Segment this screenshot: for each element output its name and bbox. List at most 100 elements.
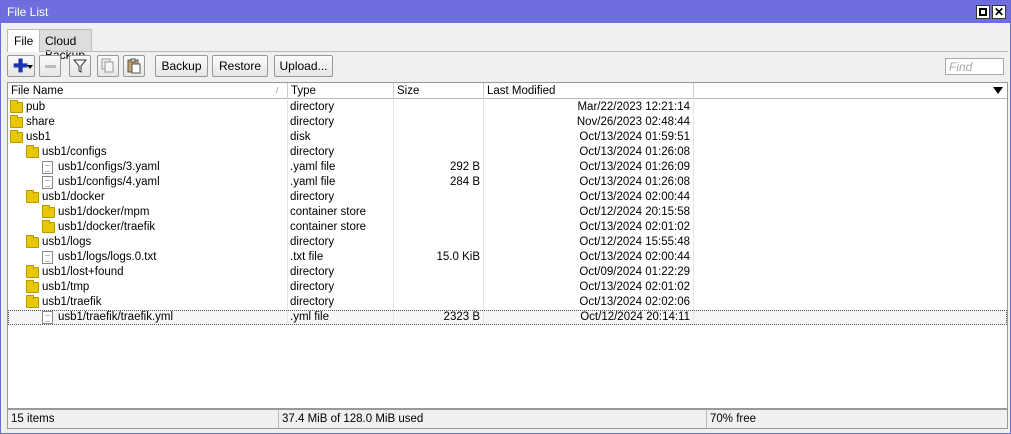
cell-last-modified: Oct/09/2024 01:22:29 bbox=[484, 265, 694, 280]
copy-icon bbox=[101, 58, 114, 73]
table-row[interactable]: usb1/traefik directory Oct/13/2024 02:02:0… bbox=[8, 295, 1007, 310]
column-header-last-modified[interactable]: Last Modified bbox=[484, 83, 694, 99]
column-header-type[interactable]: Type bbox=[288, 83, 394, 99]
table-row[interactable]: usb1/tmp directory Oct/13/2024 02:01:02 bbox=[8, 280, 1007, 295]
cell-last-modified: Oct/12/2024 20:14:11 bbox=[484, 310, 694, 325]
cell-type: container store bbox=[288, 220, 394, 235]
backup-button[interactable]: Backup bbox=[155, 55, 208, 77]
column-header-size[interactable]: Size bbox=[394, 83, 484, 99]
cell-last-modified: Oct/13/2024 02:01:02 bbox=[484, 280, 694, 295]
cell-type: .txt file bbox=[288, 250, 394, 265]
table-row[interactable]: pub directory Mar/22/2023 12:21:14 bbox=[8, 100, 1007, 115]
cell-type: directory bbox=[288, 295, 394, 310]
cell-file-name: usb1/docker bbox=[8, 190, 288, 205]
folder-icon bbox=[26, 190, 39, 203]
cell-last-modified: Oct/13/2024 02:01:02 bbox=[484, 220, 694, 235]
toolbar: ✚ Backup Restore Upload... bbox=[7, 55, 1008, 79]
table-row[interactable]: usb1/logs/logs.0.txt .txt file 15.0 KiB Oct… bbox=[8, 250, 1007, 265]
cell-file-name: usb1/lost+found bbox=[8, 265, 288, 280]
cell-size: 292 B bbox=[394, 160, 484, 175]
folder-icon bbox=[26, 265, 39, 278]
file-name-label: usb1/lost+found bbox=[42, 266, 124, 278]
file-name-label: usb1 bbox=[26, 131, 51, 143]
status-disk-usage: 37.4 MiB of 128.0 MiB used bbox=[279, 410, 707, 428]
table-row[interactable]: usb1/docker/mpm container store Oct/12/202… bbox=[8, 205, 1007, 220]
file-name-label: usb1/configs bbox=[42, 146, 107, 158]
file-icon bbox=[42, 251, 53, 264]
table-header: File Name / Type Size Last Modified bbox=[8, 83, 1007, 99]
folder-icon bbox=[42, 205, 55, 218]
title-bar[interactable]: File List ✕ bbox=[1, 1, 1010, 23]
file-list-window: File List ✕ File Cloud Backup ✚ Backup R… bbox=[0, 0, 1011, 434]
cell-size bbox=[394, 115, 484, 130]
file-icon bbox=[42, 311, 53, 324]
cell-file-name: usb1/configs/4.yaml bbox=[8, 175, 288, 190]
table-row[interactable]: usb1/configs directory Oct/13/2024 01:26:0… bbox=[8, 145, 1007, 160]
cell-type: directory bbox=[288, 190, 394, 205]
file-table: File Name / Type Size Last Modified pub d… bbox=[7, 82, 1008, 409]
cell-type: directory bbox=[288, 265, 394, 280]
folder-icon bbox=[26, 295, 39, 308]
cell-last-modified: Oct/13/2024 01:26:08 bbox=[484, 145, 694, 160]
table-row[interactable]: usb1/docker/traefik container store Oct/13… bbox=[8, 220, 1007, 235]
file-icon bbox=[42, 161, 53, 174]
file-name-label: pub bbox=[26, 101, 46, 113]
cell-last-modified: Mar/22/2023 12:21:14 bbox=[484, 100, 694, 115]
close-icon: ✕ bbox=[993, 5, 1005, 19]
cell-type: disk bbox=[288, 130, 394, 145]
copy-button[interactable] bbox=[97, 55, 119, 77]
upload-button[interactable]: Upload... bbox=[274, 55, 333, 77]
columns-dropdown-icon[interactable] bbox=[993, 87, 1003, 94]
folder-icon bbox=[42, 220, 55, 233]
table-row[interactable]: usb1/configs/3.yaml .yaml file 292 B Oct/13… bbox=[8, 160, 1007, 175]
cell-file-name: usb1/logs/logs.0.txt bbox=[8, 250, 288, 265]
file-name-label: usb1/configs/3.yaml bbox=[58, 161, 160, 173]
maximize-button[interactable] bbox=[976, 5, 990, 19]
file-icon bbox=[42, 176, 53, 189]
cell-last-modified: Oct/13/2024 01:26:08 bbox=[484, 175, 694, 190]
table-row[interactable]: usb1/logs directory Oct/12/2024 15:55:48 bbox=[8, 235, 1007, 250]
minus-icon bbox=[45, 65, 56, 68]
tab-cloud-backup[interactable]: Cloud Backup bbox=[38, 29, 93, 62]
table-row[interactable]: usb1 disk Oct/13/2024 01:59:51 bbox=[8, 130, 1007, 145]
cell-last-modified: Oct/12/2024 20:15:58 bbox=[484, 205, 694, 220]
table-row[interactable]: usb1/traefik/traefik.yml .yml file 2323 BO… bbox=[8, 310, 1007, 325]
cell-file-name: usb1/configs/3.yaml bbox=[8, 160, 288, 175]
file-name-label: usb1/tmp bbox=[42, 281, 90, 293]
folder-icon bbox=[10, 100, 23, 113]
remove-button[interactable] bbox=[39, 55, 61, 77]
table-row[interactable]: share directory Nov/26/2023 02:48:44 bbox=[8, 115, 1007, 130]
cell-type: directory bbox=[288, 115, 394, 130]
cell-last-modified: Oct/12/2024 15:55:48 bbox=[484, 235, 694, 250]
filter-button[interactable] bbox=[69, 55, 91, 77]
add-button[interactable]: ✚ bbox=[7, 55, 35, 77]
paste-button[interactable] bbox=[123, 55, 145, 77]
cell-size bbox=[394, 265, 484, 280]
cell-size: 15.0 KiB bbox=[394, 250, 484, 265]
table-row[interactable]: usb1/docker directory Oct/13/2024 02:00:44 bbox=[8, 190, 1007, 205]
status-item-count: 15 items bbox=[8, 410, 279, 428]
cell-file-name: usb1/docker/mpm bbox=[8, 205, 288, 220]
chevron-down-icon bbox=[27, 65, 33, 69]
tab-file[interactable]: File bbox=[7, 29, 41, 52]
tab-divider bbox=[7, 51, 1008, 52]
column-header-file-name[interactable]: File Name / bbox=[8, 83, 288, 99]
table-row[interactable]: usb1/lost+found directory Oct/09/2024 01:2… bbox=[8, 265, 1007, 280]
paste-icon bbox=[127, 58, 141, 74]
maximize-icon bbox=[979, 8, 987, 16]
cell-type: .yaml file bbox=[288, 160, 394, 175]
close-button[interactable]: ✕ bbox=[992, 5, 1006, 19]
find-input[interactable] bbox=[945, 58, 1004, 75]
cell-size bbox=[394, 100, 484, 115]
table-row[interactable]: usb1/configs/4.yaml .yaml file 284 B Oct/13… bbox=[8, 175, 1007, 190]
folder-icon bbox=[26, 280, 39, 293]
filter-icon bbox=[72, 59, 88, 73]
restore-button[interactable]: Restore bbox=[212, 55, 268, 77]
cell-size bbox=[394, 130, 484, 145]
cell-type: .yaml file bbox=[288, 175, 394, 190]
file-name-label: usb1/traefik/traefik.yml bbox=[58, 311, 174, 323]
folder-icon bbox=[26, 235, 39, 248]
cell-size bbox=[394, 190, 484, 205]
cell-size bbox=[394, 220, 484, 235]
cell-file-name: usb1 bbox=[8, 130, 288, 145]
